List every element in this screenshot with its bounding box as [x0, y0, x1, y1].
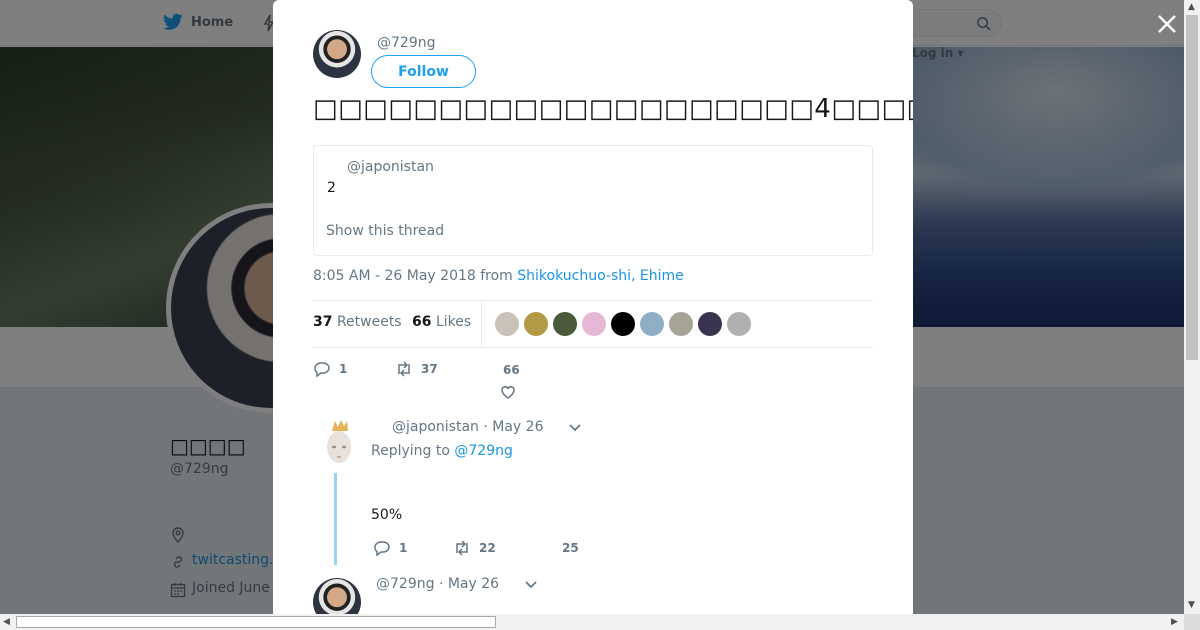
- replying-prefix: Replying to: [371, 443, 450, 459]
- retweet-icon: [398, 361, 410, 377]
- liker-avatar[interactable]: [698, 312, 722, 336]
- next-reply-header: @729ng · May 26: [376, 576, 499, 592]
- next-reply-tweet[interactable]: @729ng · May 26: [313, 574, 873, 614]
- reply-action[interactable]: 1: [313, 360, 347, 378]
- tweet-timestamp: 8:05 AM - 26 May 2018 from Shikokuchuo-s…: [313, 268, 684, 284]
- likers-avatars: [495, 312, 751, 336]
- follow-button[interactable]: Follow: [371, 55, 476, 88]
- author-avatar[interactable]: [313, 30, 361, 78]
- vertical-scroll-thumb[interactable]: [1186, 15, 1198, 360]
- scroll-right-arrow-icon[interactable]: ▶: [1171, 617, 1178, 627]
- liker-avatar[interactable]: [495, 312, 519, 336]
- retweet-count: 37: [421, 362, 438, 376]
- heart-icon: [501, 386, 515, 399]
- replying-to-link[interactable]: @729ng: [454, 443, 512, 459]
- liker-avatar[interactable]: [553, 312, 577, 336]
- liker-avatar[interactable]: [524, 312, 548, 336]
- retweet-action[interactable]: 37: [395, 360, 438, 378]
- horizontal-scrollbar[interactable]: ◀ ▶: [0, 614, 1184, 630]
- reply-retweet-action[interactable]: 22: [453, 539, 496, 557]
- tweet-text: □□□□□□□□□□□□□□□□□□□□4□□□□□□□□□□□□□□□□□□□…: [313, 94, 913, 124]
- reply-like-count: 25: [562, 541, 579, 555]
- liker-avatar[interactable]: [611, 312, 635, 336]
- tweet-stats: 37 Retweets 66 Likes: [313, 300, 873, 348]
- next-reply-date[interactable]: · May 26: [439, 576, 499, 592]
- liker-avatar[interactable]: [640, 312, 664, 336]
- chevron-down-icon[interactable]: [568, 423, 582, 433]
- horizontal-scroll-thumb[interactable]: [16, 616, 496, 628]
- likes-label: Likes: [435, 314, 472, 330]
- reply-avatar-icon[interactable]: [323, 419, 355, 471]
- reply-retweet-count: 22: [479, 541, 496, 555]
- retweets-stat[interactable]: 37 Retweets: [313, 314, 402, 330]
- retweets-count: 37: [313, 314, 333, 330]
- likes-count: 66: [412, 314, 432, 330]
- vertical-scrollbar[interactable]: ▲ ▼: [1184, 0, 1200, 614]
- reply-header: @japonistan · May 26: [392, 419, 543, 435]
- tweet-modal: @729ng Follow □□□□□□□□□□□□□□□□□□□□4□□□□□…: [273, 0, 913, 614]
- quoted-tweet[interactable]: @japonistan 2 Show this thread: [313, 145, 873, 256]
- scroll-up-arrow-icon[interactable]: ▲: [1188, 2, 1195, 12]
- tweet-actions: 1 37 66: [313, 360, 873, 410]
- author-handle[interactable]: @729ng: [377, 35, 435, 51]
- reply-tweet[interactable]: @japonistan · May 26 Replying to @729ng …: [313, 415, 873, 565]
- scroll-down-arrow-icon[interactable]: ▼: [1188, 600, 1195, 610]
- stats-divider: [481, 301, 482, 347]
- reply-icon: [374, 541, 390, 557]
- next-reply-avatar[interactable]: [313, 578, 361, 614]
- likes-stat[interactable]: 66 Likes: [412, 314, 471, 330]
- reply-icon: [314, 362, 330, 378]
- scroll-left-arrow-icon[interactable]: ◀: [3, 617, 10, 627]
- chevron-down-icon[interactable]: [524, 580, 538, 590]
- like-count: 66: [503, 363, 520, 377]
- replying-to: Replying to @729ng: [371, 443, 513, 459]
- location-link[interactable]: Shikokuchuo-shi, Ehime: [517, 268, 684, 284]
- timestamp-text: 8:05 AM - 26 May 2018 from: [313, 268, 513, 284]
- retweet-icon: [456, 540, 468, 556]
- reply-handle[interactable]: @japonistan: [392, 419, 479, 435]
- liker-avatar[interactable]: [582, 312, 606, 336]
- retweets-label: Retweets: [336, 314, 402, 330]
- quoted-handle: @japonistan: [347, 159, 434, 175]
- reply-like-action[interactable]: 25: [562, 541, 579, 555]
- reply-reply-count: 1: [399, 541, 408, 555]
- show-thread-link[interactable]: Show this thread: [326, 223, 444, 239]
- thread-line: [334, 473, 337, 565]
- scrollbar-corner: [1184, 614, 1200, 630]
- reply-text: 50%: [371, 507, 403, 523]
- reply-count: 1: [339, 362, 348, 376]
- next-reply-handle[interactable]: @729ng: [376, 576, 434, 592]
- close-icon[interactable]: [1155, 12, 1179, 36]
- liker-avatar[interactable]: [669, 312, 693, 336]
- like-action[interactable]: 66: [501, 363, 520, 401]
- quoted-text: 2: [327, 180, 336, 196]
- reply-date[interactable]: · May 26: [483, 419, 543, 435]
- reply-reply-action[interactable]: 1: [373, 539, 407, 557]
- liker-avatar[interactable]: [727, 312, 751, 336]
